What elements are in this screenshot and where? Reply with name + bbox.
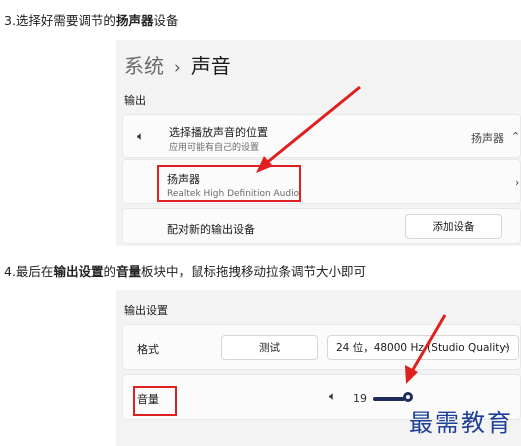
speaker-icon: 🔈︎ <box>137 129 145 143</box>
sound-settings-screenshot: 系统 › 声音 输出 🔈︎ 选择播放声音的位置 应用可能有自己的设置 扬声器 ⌃ 扬… <box>116 40 521 246</box>
volume-slider-thumb[interactable] <box>403 392 413 402</box>
watermark-logo: 最需教育 <box>409 409 513 437</box>
volume-highlight-box <box>133 386 177 416</box>
pair-device-row: 配对新的输出设备 添加设备 <box>122 208 521 244</box>
choose-output-subtitle: 应用可能有自己的设置 <box>169 143 260 153</box>
speaker-icon[interactable]: 🔈︎ <box>329 389 336 404</box>
step-4-caption: 4.最后在输出设置的音量板块中，鼠标拖拽移动拉条调节大小即可 <box>4 264 366 279</box>
selected-output-value: 扬声器 <box>471 132 504 145</box>
volume-value: 19 <box>353 392 367 405</box>
step-3-caption: 3.选择好需要调节的扬声器设备 <box>4 13 179 28</box>
speaker-highlight-box <box>157 165 301 202</box>
page-title: 声音 <box>190 54 231 78</box>
output-section-header: 输出 <box>124 94 146 107</box>
output-settings-header: 输出设置 <box>124 304 168 317</box>
format-select-value: 24 位，48000 Hz (Studio Quality) <box>336 342 510 354</box>
chevron-up-icon[interactable]: ⌃ <box>511 130 520 143</box>
add-device-button[interactable]: 添加设备 <box>405 214 502 239</box>
breadcrumb-system[interactable]: 系统 <box>124 54 164 78</box>
chevron-down-icon: ⌄ <box>502 341 510 351</box>
format-label: 格式 <box>137 343 159 356</box>
format-row: 格式 测试 24 位，48000 Hz (Studio Quality) ⌄ <box>122 324 521 370</box>
volume-slider-fill[interactable] <box>373 397 405 401</box>
format-select[interactable]: 24 位，48000 Hz (Studio Quality) ⌄ <box>327 335 519 360</box>
chevron-right-icon[interactable]: › <box>515 176 519 189</box>
pair-device-label: 配对新的输出设备 <box>167 223 255 236</box>
breadcrumb: 系统 › 声音 <box>124 50 231 79</box>
choose-output-row[interactable]: 🔈︎ 选择播放声音的位置 应用可能有自己的设置 扬声器 ⌃ <box>122 114 521 158</box>
choose-output-title: 选择播放声音的位置 <box>169 126 268 139</box>
breadcrumb-separator: › <box>174 58 181 78</box>
test-button[interactable]: 测试 <box>221 335 318 360</box>
